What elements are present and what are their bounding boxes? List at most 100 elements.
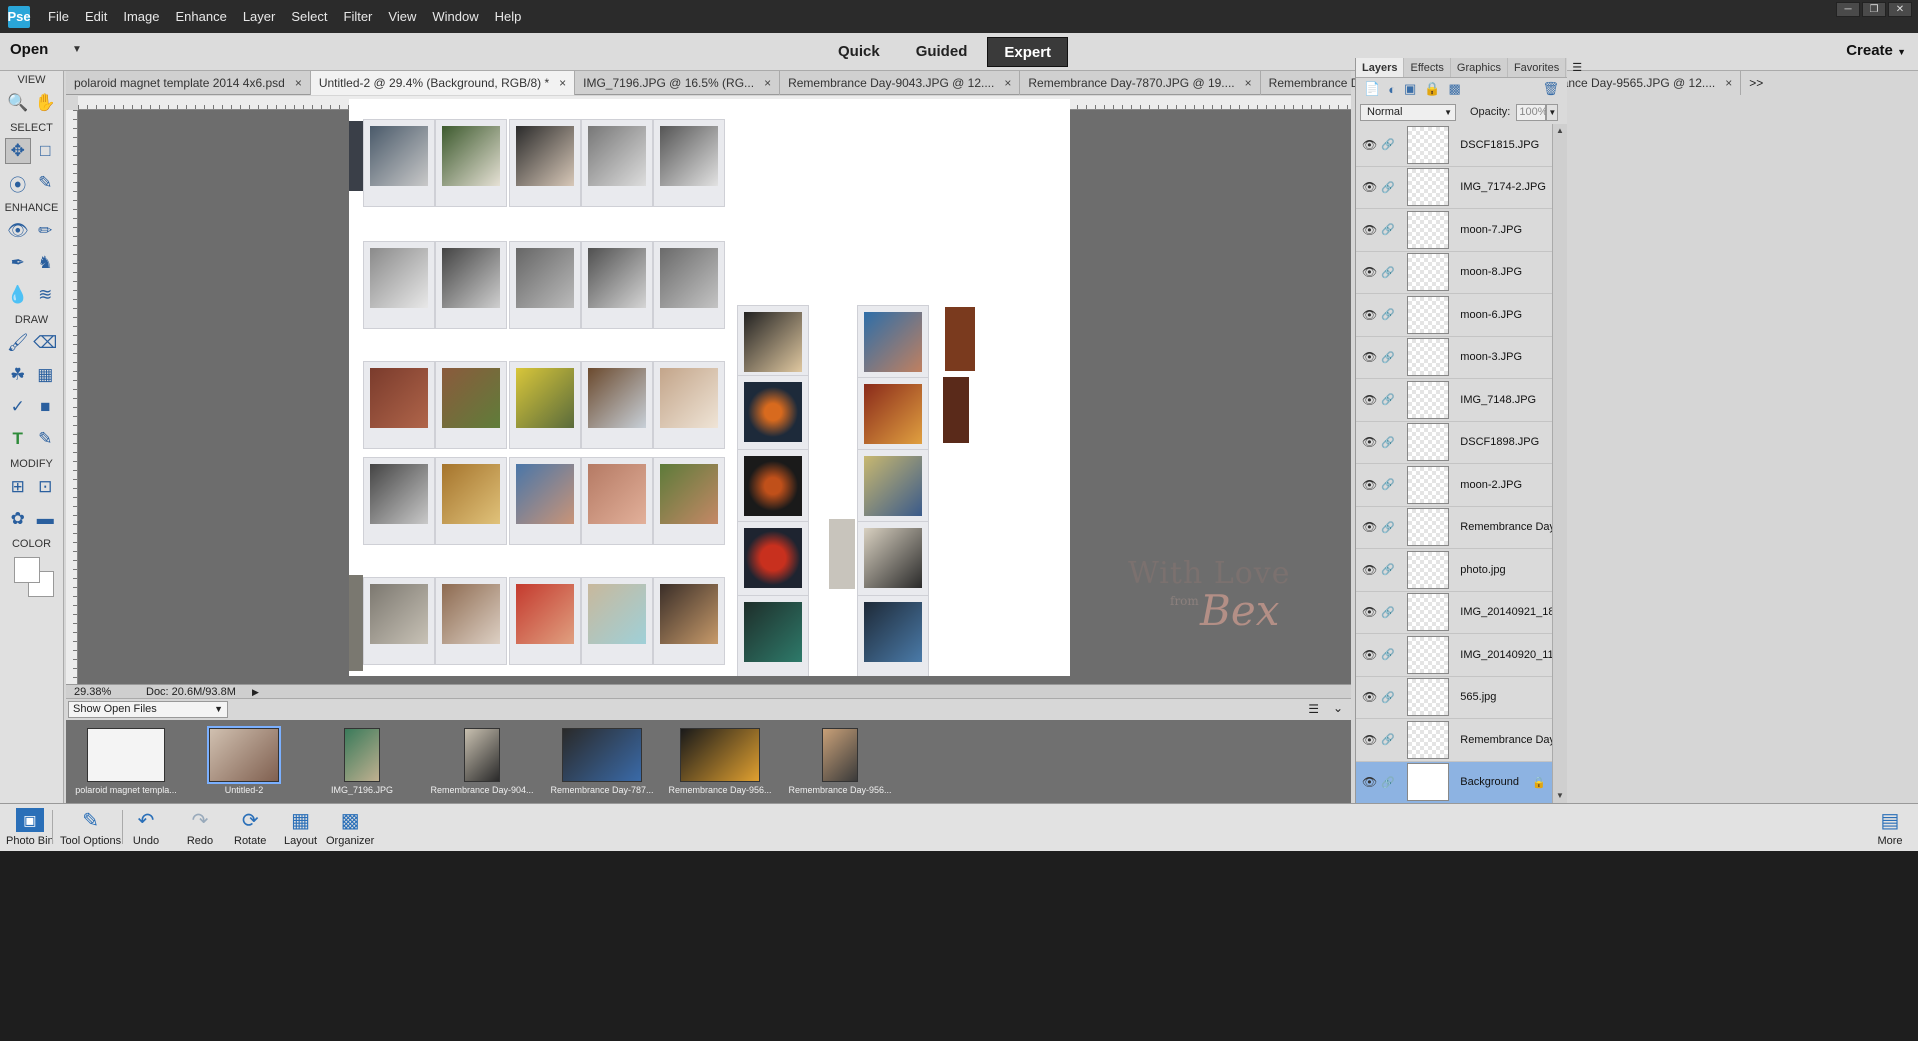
polaroid-photo[interactable] — [363, 241, 435, 329]
layer-row[interactable]: 👁 🔗 DSCF1815.JPG — [1356, 124, 1552, 167]
close-icon[interactable]: × — [1245, 71, 1252, 95]
polaroid-photo[interactable] — [363, 457, 435, 545]
move-tool-icon[interactable]: ✥ — [4, 138, 31, 164]
document-canvas[interactable] — [349, 99, 1070, 676]
hand-icon[interactable]: ✋ — [32, 90, 58, 116]
menu-select[interactable]: Select — [283, 0, 335, 33]
layer-row[interactable]: 👁 🔗 moon-2.JPG — [1356, 464, 1552, 507]
menu-view[interactable]: View — [380, 0, 424, 33]
eye-icon[interactable]: 👁 — [1362, 350, 1377, 364]
recompose-icon[interactable]: ⊡ — [32, 474, 58, 500]
crop-icon[interactable]: ⊞ — [5, 474, 31, 500]
polaroid-photo[interactable] — [653, 457, 725, 545]
create-button[interactable]: Create ▼ — [1846, 42, 1906, 59]
link-icon[interactable]: 🔗 — [1381, 181, 1395, 194]
shape-icon[interactable]: ■ — [32, 394, 58, 420]
open-button[interactable]: Open — [10, 41, 48, 58]
polaroid-photo[interactable] — [363, 119, 435, 207]
link-icon[interactable]: 🔗 — [1381, 351, 1395, 364]
foreground-color-swatch[interactable] — [14, 557, 40, 583]
minimize-icon[interactable]: ─ — [1836, 2, 1860, 17]
zoom-icon[interactable]: 🔍 — [5, 90, 31, 116]
photo-fragment[interactable] — [829, 519, 855, 589]
link-icon[interactable]: 🔗 — [1381, 691, 1395, 704]
rotate-button[interactable]: ⟳ Rotate — [234, 808, 266, 848]
tab-graphics[interactable]: Graphics — [1451, 58, 1508, 77]
blur-icon[interactable]: 💧 — [5, 282, 31, 308]
scroll-up-icon[interactable]: ▲ — [1553, 124, 1567, 138]
blend-mode-select[interactable]: Normal ▼ — [1360, 103, 1456, 121]
lock-transparent-icon[interactable]: ▩ — [1449, 81, 1461, 97]
straighten-icon[interactable]: ▬ — [32, 506, 58, 532]
polaroid-photo[interactable] — [581, 241, 653, 329]
layer-row[interactable]: 👁 🔗 DSCF1898.JPG — [1356, 422, 1552, 464]
layer-row[interactable]: 👁 🔗 moon-8.JPG — [1356, 252, 1552, 294]
paint-bucket-icon[interactable]: ☘ — [5, 362, 31, 388]
eye-icon[interactable]: 👁 — [1362, 138, 1377, 152]
menu-window[interactable]: Window — [424, 0, 486, 33]
layer-row[interactable]: 👁 🔗 IMG_7174-2.JPG — [1356, 167, 1552, 209]
polaroid-photo[interactable] — [363, 577, 435, 665]
close-icon[interactable]: ✕ — [1888, 2, 1912, 17]
menu-image[interactable]: Image — [115, 0, 167, 33]
scroll-down-icon[interactable]: ▼ — [1553, 789, 1567, 803]
tab-effects[interactable]: Effects — [1404, 58, 1451, 77]
polaroid-photo[interactable] — [737, 595, 809, 676]
bin-thumbnail[interactable]: Remembrance Day-904... — [422, 728, 542, 795]
adjustment-layer-icon[interactable]: ◐ — [1388, 82, 1396, 97]
eye-icon[interactable]: 👁 — [1362, 393, 1377, 407]
polaroid-photo[interactable] — [509, 577, 581, 665]
undo-button[interactable]: ↶ Undo — [132, 808, 160, 848]
bin-thumbnail[interactable]: polaroid magnet templa... — [66, 728, 186, 795]
menu-enhance[interactable]: Enhance — [168, 0, 235, 33]
mode-quick[interactable]: Quick — [822, 37, 896, 67]
trash-icon[interactable]: 🗑 — [1542, 81, 1559, 97]
panel-menu-icon[interactable]: ☰ — [1566, 58, 1588, 77]
link-icon[interactable]: 🔗 — [1381, 606, 1395, 619]
tab-layers[interactable]: Layers — [1356, 58, 1405, 77]
lock-icon[interactable]: 🔒 — [1424, 81, 1440, 97]
close-icon[interactable]: × — [1004, 71, 1011, 95]
mode-guided[interactable]: Guided — [900, 37, 984, 67]
polaroid-photo[interactable] — [581, 577, 653, 665]
eye-icon[interactable]: 👁 — [1362, 435, 1377, 449]
layer-row[interactable]: 👁 🔗 565.jpg — [1356, 677, 1552, 719]
lasso-icon[interactable]: ⦿ — [5, 170, 31, 196]
eye-icon[interactable]: 👁 — [1362, 648, 1377, 662]
eye-icon[interactable]: 👁 — [1362, 733, 1377, 747]
eye-icon[interactable]: 👁 — [1362, 775, 1377, 789]
polaroid-photo[interactable] — [653, 361, 725, 449]
eye-icon[interactable]: 👁 — [1362, 180, 1377, 194]
polaroid-photo[interactable] — [653, 577, 725, 665]
link-icon[interactable]: 🔗 — [1381, 478, 1395, 491]
doc-tab[interactable]: Remembrance Day-7870.JPG @ 19.... × — [1020, 71, 1261, 95]
link-icon[interactable]: 🔗 — [1381, 648, 1395, 661]
link-icon[interactable]: 🔗 — [1381, 521, 1395, 534]
layer-row[interactable]: 👁 🔗 Background 🔒 — [1356, 761, 1552, 803]
gradient-icon[interactable]: ▦ — [32, 362, 58, 388]
polaroid-photo[interactable] — [363, 361, 435, 449]
polaroid-photo[interactable] — [857, 595, 929, 676]
link-icon[interactable]: 🔗 — [1381, 393, 1395, 406]
redo-button[interactable]: ↷ Redo — [186, 808, 214, 848]
show-files-select[interactable]: Show Open Files ▼ — [68, 701, 228, 718]
sponge-icon[interactable]: ≋ — [32, 282, 58, 308]
layout-button[interactable]: ▦ Layout — [284, 808, 317, 848]
doc-tab[interactable]: polaroid magnet template 2014 4x6.psd × — [66, 71, 311, 95]
polaroid-photo[interactable] — [435, 457, 507, 545]
photo-fragment[interactable] — [349, 575, 363, 671]
polaroid-photo[interactable] — [509, 457, 581, 545]
polaroid-photo[interactable] — [435, 361, 507, 449]
layer-mask-icon[interactable]: ▣ — [1404, 81, 1416, 97]
polaroid-photo[interactable] — [581, 119, 653, 207]
tool-options-button[interactable]: ✎ Tool Options — [60, 808, 121, 848]
doc-tab[interactable]: Remembrance Day-9043.JPG @ 12.... × — [780, 71, 1021, 95]
polaroid-photo[interactable] — [509, 241, 581, 329]
eyedropper-icon[interactable]: ✓ — [5, 394, 31, 420]
polaroid-photo[interactable] — [581, 361, 653, 449]
clone-stamp-icon[interactable]: ♞ — [32, 250, 58, 276]
eraser-icon[interactable]: ⌫ — [32, 330, 58, 356]
polaroid-photo[interactable] — [509, 119, 581, 207]
eye-icon[interactable]: 👁 — [1362, 690, 1377, 704]
link-icon[interactable]: 🔗 — [1381, 563, 1395, 576]
